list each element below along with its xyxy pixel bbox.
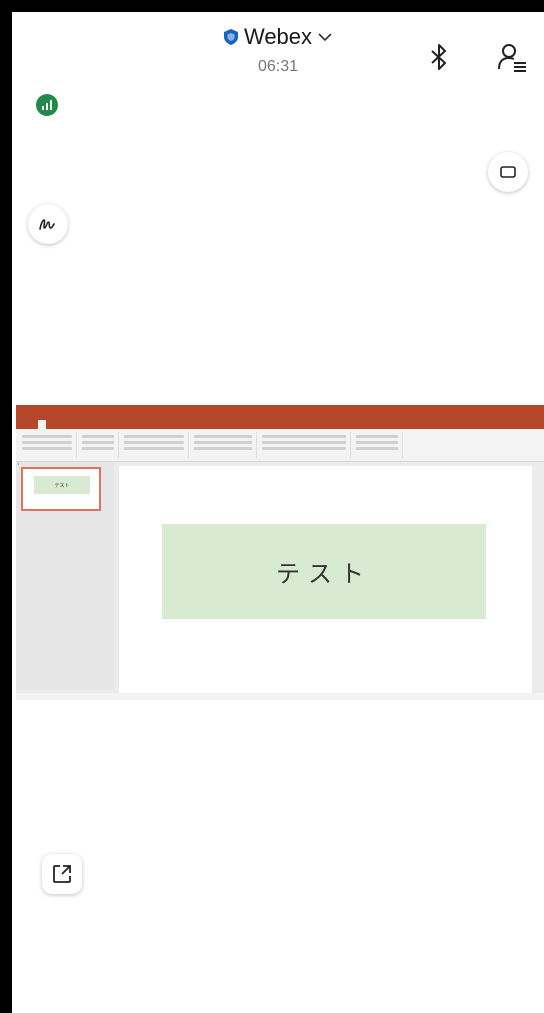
powerpoint-ribbon [16, 429, 544, 462]
ribbon-group [190, 432, 257, 458]
slide-text: テスト [162, 524, 486, 619]
ribbon-tab-active [38, 420, 46, 429]
meeting-title[interactable]: Webex [12, 24, 544, 50]
shared-screen[interactable]: 1 テスト テスト [16, 405, 544, 700]
shield-icon [223, 29, 238, 45]
slide-canvas: テスト [119, 466, 532, 693]
ribbon-group [352, 432, 403, 458]
signal-strength-icon[interactable] [36, 94, 58, 116]
ribbon-group [18, 432, 77, 458]
open-external-icon[interactable] [42, 854, 82, 894]
powerpoint-status-bar [16, 693, 544, 700]
fullscreen-icon[interactable] [488, 152, 528, 192]
slide-thumbnail: テスト [21, 467, 101, 511]
chevron-down-icon[interactable] [318, 32, 332, 42]
slide-thumbnail-pane: 1 テスト [16, 461, 114, 690]
thumbnail-text: テスト [34, 476, 90, 494]
powerpoint-title-bar [16, 405, 544, 419]
bluetooth-icon[interactable] [422, 40, 456, 74]
ribbon-group [120, 432, 189, 458]
thumbnail-number: 1 [17, 461, 20, 466]
meeting-title-button[interactable]: Webex [223, 24, 332, 50]
annotate-icon[interactable] [28, 204, 68, 244]
meeting-timer: 06:31 [257, 58, 299, 75]
powerpoint-ribbon-tabs [16, 419, 544, 429]
ribbon-group [258, 432, 351, 458]
app-name: Webex [243, 24, 313, 49]
meeting-screen: Webex 06:31 1 テスト テスト [12, 12, 544, 1013]
participants-icon[interactable] [492, 38, 532, 76]
ribbon-group [78, 432, 119, 458]
